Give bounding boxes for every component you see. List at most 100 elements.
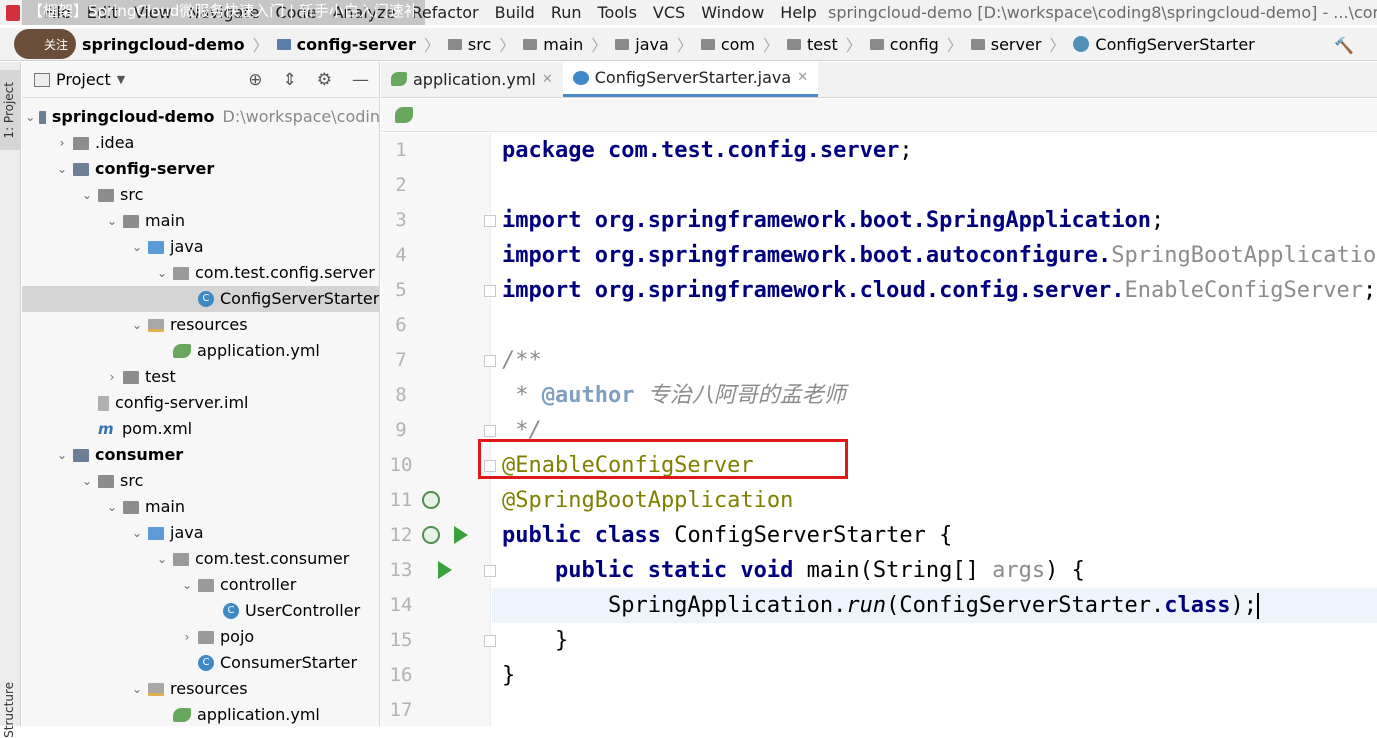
spring-leaf-icon[interactable] — [395, 107, 413, 123]
code-line[interactable]: @SpringBootApplication — [502, 483, 793, 518]
tree-item[interactable]: application.yml — [22, 702, 379, 726]
java-class-icon — [1073, 36, 1090, 52]
fold-marker-icon[interactable] — [484, 635, 496, 647]
run-icon[interactable] — [454, 526, 468, 544]
code-line[interactable]: package com.test.config.server; — [502, 133, 913, 168]
code-line[interactable]: import org.springframework.boot.SpringAp… — [502, 203, 1164, 238]
close-icon[interactable]: ✕ — [797, 70, 808, 85]
menu-tools[interactable]: Tools — [590, 3, 645, 22]
collapse-all-icon[interactable]: ⇕ — [283, 70, 297, 90]
chevron-down-icon[interactable]: ⌄ — [55, 442, 69, 468]
chevron-down-icon[interactable]: ⌄ — [55, 156, 69, 182]
chevron-down-icon[interactable]: ⌄ — [105, 208, 119, 234]
tree-item-label: java — [170, 237, 204, 256]
tree-item[interactable]: ⌄ resources — [22, 676, 379, 702]
breadcrumb-item[interactable]: com — [695, 35, 761, 54]
tree-item[interactable]: ⌄ src — [22, 182, 379, 208]
breadcrumb-item[interactable]: src — [442, 35, 497, 54]
breadcrumb-item[interactable]: main — [517, 35, 589, 54]
tree-item[interactable]: C UserController — [22, 598, 379, 624]
tree-item[interactable]: ⌄ src — [22, 468, 379, 494]
tree-item[interactable]: C ConfigServerStarter — [22, 286, 379, 312]
chevron-down-icon[interactable]: ⌄ — [155, 546, 169, 572]
tree-item[interactable]: m pom.xml — [22, 416, 379, 442]
chevron-down-icon[interactable]: ⌄ — [80, 468, 94, 494]
tree-item[interactable]: ⌄ config-server — [22, 156, 379, 182]
code-line[interactable]: public class ConfigServerStarter { — [502, 518, 952, 553]
build-hammer-icon[interactable]: 🔨 — [1334, 36, 1354, 55]
chevron-down-icon[interactable]: ⌄ — [130, 312, 144, 338]
package-icon — [173, 266, 189, 280]
code-line[interactable]: SpringApplication.run(ConfigServerStarte… — [502, 588, 1260, 623]
close-icon[interactable]: ✕ — [542, 72, 553, 87]
spring-bean-icon[interactable] — [422, 491, 440, 509]
menu-run[interactable]: Run — [543, 3, 590, 22]
menu-window[interactable]: Window — [693, 3, 772, 22]
code-line[interactable]: } — [502, 623, 568, 658]
code-line[interactable]: import org.springframework.cloud.config.… — [502, 273, 1376, 308]
fold-marker-icon[interactable] — [484, 355, 496, 367]
tree-item[interactable]: config-server.iml — [22, 390, 379, 416]
code-line[interactable]: } — [502, 658, 515, 693]
minimize-icon[interactable]: — — [352, 70, 369, 90]
chevron-down-icon[interactable]: ⌄ — [130, 520, 144, 546]
fold-marker-icon[interactable] — [484, 215, 496, 227]
menu-help[interactable]: Help — [772, 3, 824, 22]
tree-item[interactable]: › test — [22, 364, 379, 390]
breadcrumb-item[interactable]: springcloud-demo — [76, 35, 251, 54]
tree-item-label: resources — [170, 679, 248, 698]
fold-marker-icon[interactable] — [484, 285, 496, 297]
run-icon[interactable] — [438, 561, 452, 579]
avatar[interactable]: 关注 — [14, 29, 76, 59]
code-line[interactable]: /** — [502, 343, 542, 378]
tree-item[interactable]: C ConsumerStarter — [22, 650, 379, 676]
chevron-down-icon[interactable]: ⌄ — [130, 676, 144, 702]
tree-item[interactable]: ⌄ main — [22, 494, 379, 520]
tree-item[interactable]: ⌄ springcloud-demo D:\workspace\codin — [22, 104, 379, 130]
tree-item[interactable]: › pojo — [22, 624, 379, 650]
chevron-down-icon[interactable]: ⌄ — [130, 234, 144, 260]
breadcrumb-item[interactable]: java — [609, 35, 675, 54]
project-panel-title[interactable]: Project — [56, 70, 111, 89]
chevron-down-icon[interactable]: ▼ — [117, 73, 125, 86]
structure-tool-tab-label[interactable]: Structure — [2, 682, 16, 738]
chevron-down-icon[interactable]: ⌄ — [155, 260, 169, 286]
chevron-down-icon[interactable]: ⌄ — [80, 182, 94, 208]
chevron-right-icon[interactable]: › — [180, 624, 194, 650]
editor-tab[interactable]: ConfigServerStarter.java ✕ — [562, 61, 819, 97]
chevron-right-icon[interactable]: › — [105, 364, 119, 390]
editor-tab[interactable]: application.yml ✕ — [381, 61, 563, 97]
tree-item[interactable]: ⌄ resources — [22, 312, 379, 338]
tree-item-label: config-server.iml — [115, 393, 249, 412]
breadcrumb-item[interactable]: config — [864, 35, 945, 54]
breadcrumb-item[interactable]: config-server — [271, 35, 422, 54]
fold-marker-icon[interactable] — [484, 425, 496, 437]
tree-item[interactable]: ⌄ java — [22, 234, 379, 260]
tree-item[interactable]: › .idea — [22, 130, 379, 156]
breadcrumb-item[interactable]: test — [781, 35, 844, 54]
chevron-right-icon[interactable]: › — [55, 130, 69, 156]
breadcrumb-item[interactable]: ConfigServerStarter — [1067, 35, 1260, 54]
tree-item[interactable]: ⌄ controller — [22, 572, 379, 598]
tree-item[interactable]: application.yml — [22, 338, 379, 364]
breadcrumb: springcloud-demo 〉 config-server 〉 src 〉 main 〉… — [76, 32, 1261, 56]
menu-vcs[interactable]: VCS — [645, 3, 693, 22]
chevron-down-icon[interactable]: ⌄ — [105, 494, 119, 520]
chevron-down-icon[interactable]: ⌄ — [25, 104, 35, 130]
tree-item[interactable]: ⌄ main — [22, 208, 379, 234]
spring-bean-icon[interactable] — [422, 526, 440, 544]
breadcrumb-item[interactable]: server — [965, 35, 1048, 54]
tree-item[interactable]: ⌄ consumer — [22, 442, 379, 468]
code-line[interactable]: import org.springframework.boot.autoconf… — [502, 238, 1377, 273]
code-line[interactable]: * @author 专治八阿哥的孟老师 — [502, 378, 845, 413]
code-line[interactable]: public static void main(String[] args) { — [502, 553, 1085, 588]
project-tool-tab[interactable]: 1: Project — [0, 70, 21, 150]
tree-item[interactable]: ⌄ com.test.consumer — [22, 546, 379, 572]
menu-build[interactable]: Build — [487, 3, 543, 22]
gear-icon[interactable]: ⚙ — [317, 70, 332, 90]
locate-icon[interactable]: ⊕ — [248, 70, 262, 90]
fold-marker-icon[interactable] — [484, 565, 496, 577]
chevron-down-icon[interactable]: ⌄ — [180, 572, 194, 598]
tree-item[interactable]: ⌄ com.test.config.server — [22, 260, 379, 286]
tree-item[interactable]: ⌄ java — [22, 520, 379, 546]
